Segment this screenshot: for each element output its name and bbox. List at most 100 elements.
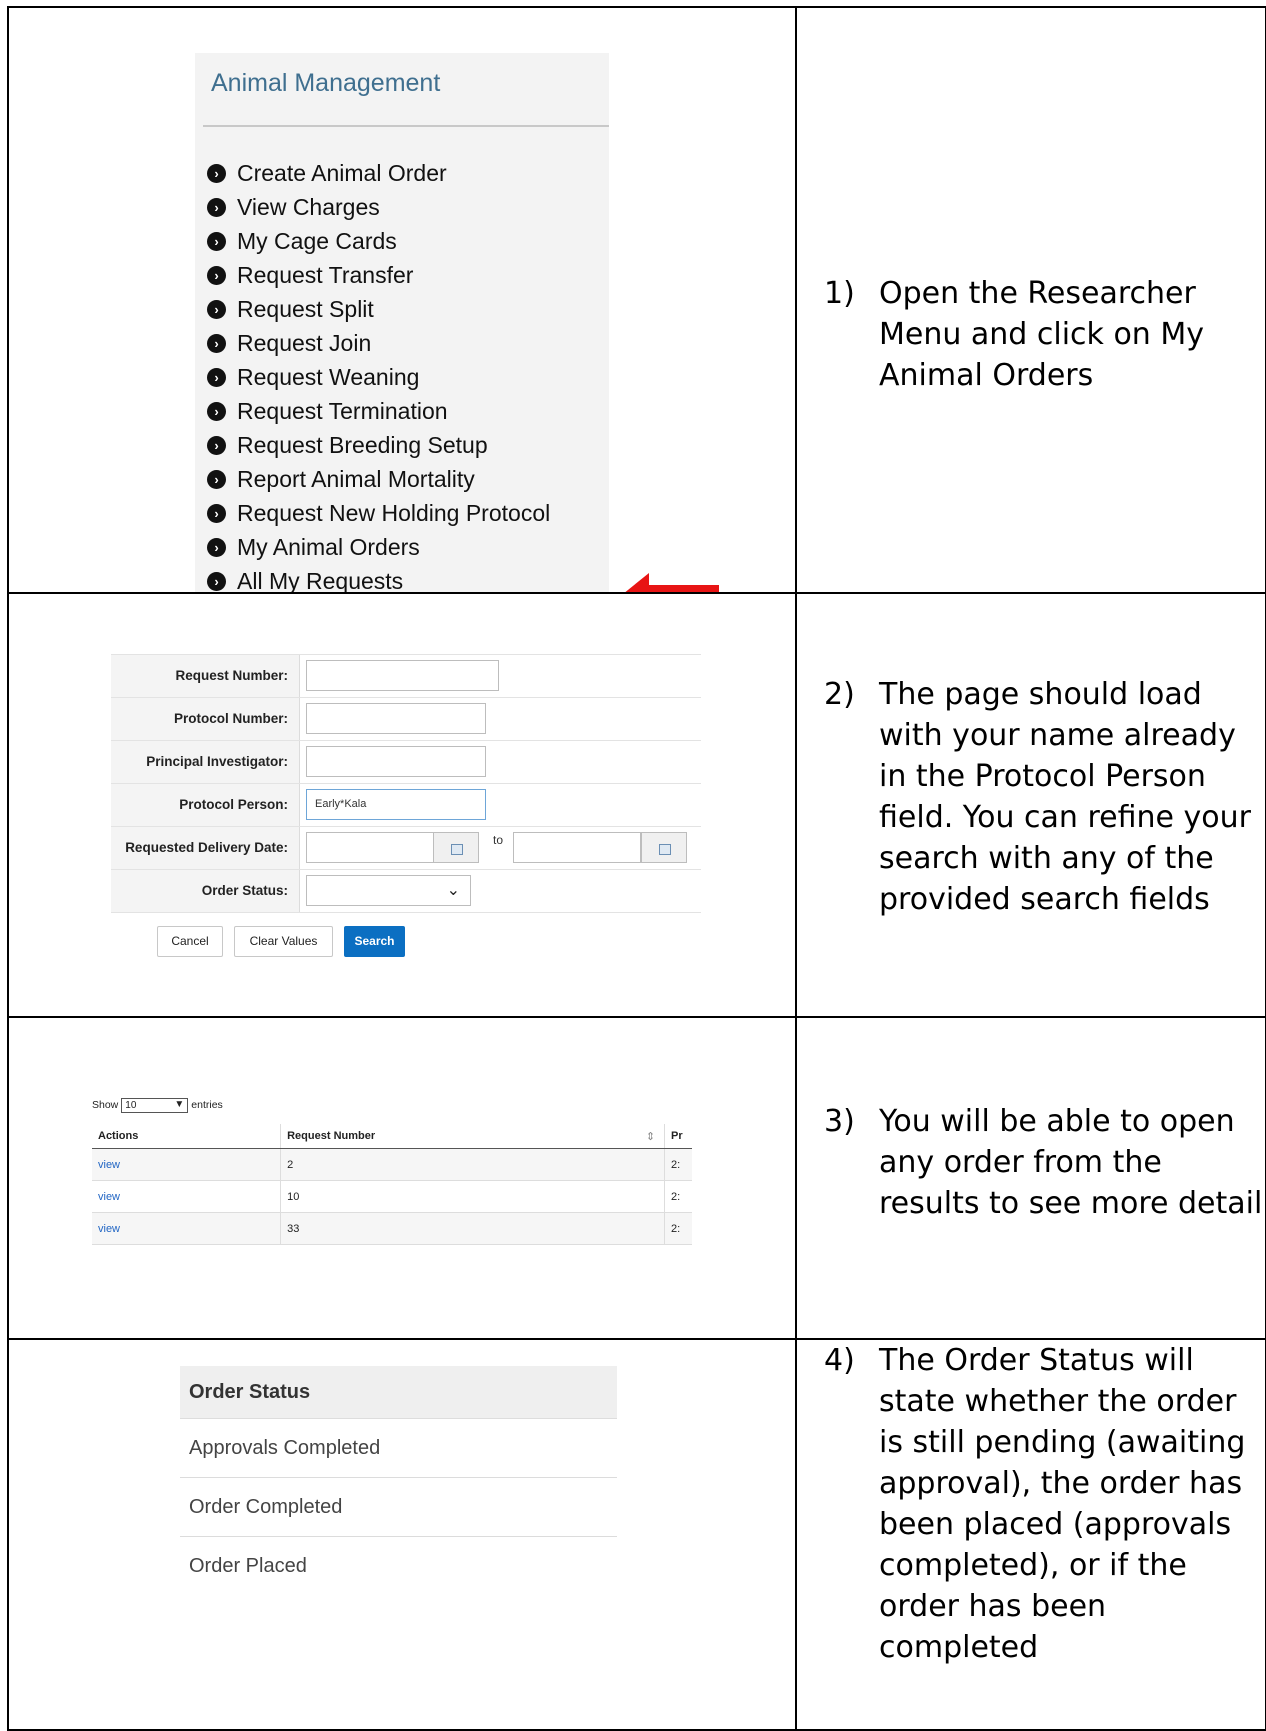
table-row: view 10 2: (92, 1180, 692, 1213)
order-status-panel: Order Status Approvals Completed Order C… (180, 1366, 617, 1595)
menu-item-label: Create Animal Order (237, 159, 447, 186)
clear-values-button[interactable]: Clear Values (234, 926, 333, 957)
page-size-select[interactable]: 10 ▼ (121, 1097, 189, 1113)
chevron-circle-right-icon: › (207, 469, 226, 489)
show-label: Show (92, 1099, 119, 1111)
menu-item[interactable]: › View Charges (207, 190, 550, 224)
delivery-date-row: Requested Delivery Date: to (111, 826, 701, 869)
principal-investigator-label: Principal Investigator: (111, 741, 300, 783)
step-2: 2) The page should load with your name a… (824, 674, 1264, 920)
delivery-date-to-input[interactable] (513, 832, 641, 863)
menu-list: › Create Animal Order › View Charges › My Cag… (207, 156, 550, 591)
step-number: 3) (824, 1104, 855, 1139)
menu-item-label: My Cage Cards (237, 227, 397, 254)
table-cell-request-number: 2 (280, 1148, 665, 1181)
principal-investigator-input[interactable] (306, 746, 486, 777)
step-number: 1) (824, 276, 855, 311)
step-4: 4) The Order Status will state whether t… (824, 1341, 1264, 1668)
order-status-select[interactable]: ⌄ (306, 875, 471, 906)
table-cell-partial: 2: (664, 1212, 692, 1245)
menu-item[interactable]: › Request New Holding Protocol (207, 496, 550, 530)
column-header-partial[interactable]: Pr (664, 1124, 692, 1149)
menu-item[interactable]: › Create Animal Order (207, 156, 550, 190)
step-number: 2) (824, 677, 855, 712)
protocol-person-label: Protocol Person: (111, 784, 300, 826)
table-cell-action: view (92, 1180, 282, 1213)
order-status-heading: Order Status (180, 1366, 617, 1419)
menu-item-label: View Charges (237, 193, 380, 220)
order-status-item: Order Completed (180, 1478, 617, 1537)
chevron-circle-right-icon: › (207, 197, 226, 217)
chevron-circle-right-icon: › (207, 401, 226, 421)
menu-item-label: Request Split (237, 295, 374, 322)
chevron-circle-right-icon: › (207, 571, 226, 591)
protocol-number-input[interactable] (306, 703, 486, 734)
menu-item[interactable]: › My Animal Orders (207, 530, 550, 564)
step-text: The page should load with your name alre… (879, 677, 1251, 917)
menu-item-label: My Animal Orders (237, 533, 420, 560)
order-status-item: Order Placed (189, 1555, 307, 1577)
step-number: 4) (824, 1343, 855, 1378)
view-link[interactable]: view (98, 1191, 120, 1203)
menu-item[interactable]: › Request Split (207, 292, 550, 326)
menu-item[interactable]: › Request Termination (207, 394, 550, 428)
sort-icon: ⇕ (645, 1130, 656, 1143)
table-header-row: Actions Request Number ⇕ Pr (92, 1124, 692, 1149)
step-1: 1) Open the Researcher Menu and click on… (824, 273, 1264, 396)
step-1-text-cell: 1) Open the Researcher Menu and click on… (795, 6, 1266, 594)
step-text: The Order Status will state whether the … (879, 1343, 1246, 1665)
column-header-label: Request Number (287, 1129, 376, 1142)
menu-item[interactable]: › Report Animal Mortality (207, 462, 550, 496)
page-size-value: 10 (125, 1099, 137, 1111)
protocol-number-label: Protocol Number: (111, 698, 300, 740)
view-link[interactable]: view (98, 1223, 120, 1235)
animal-management-menu: Animal Management › Create Animal Order › V… (195, 53, 719, 591)
column-header-actions[interactable]: Actions (92, 1124, 282, 1149)
table-cell-action: view (92, 1212, 282, 1245)
order-status-row: Order Status: ⌄ (111, 869, 701, 913)
search-button[interactable]: Search (344, 926, 405, 957)
instructions-table: Animal Management › Create Animal Order › V… (7, 6, 1266, 1731)
calendar-to-icon[interactable] (641, 832, 687, 863)
step-3-screenshot-cell: Show 10 ▼ entries Actions Request Number (7, 1016, 797, 1340)
step-3-text-cell: 3) You will be able to open any order fr… (795, 1016, 1266, 1340)
page-size-control: Show 10 ▼ entries (92, 1096, 223, 1114)
chevron-circle-right-icon: › (207, 435, 226, 455)
menu-item[interactable]: › Request Join (207, 326, 550, 360)
menu-item[interactable]: › Request Breeding Setup (207, 428, 550, 462)
step-1-screenshot-cell: Animal Management › Create Animal Order › V… (7, 6, 797, 594)
table-cell-action: view (92, 1148, 282, 1181)
view-link[interactable]: view (98, 1159, 120, 1171)
table-cell-partial: 2: (664, 1148, 692, 1181)
table-cell-partial: 2: (664, 1180, 692, 1213)
chevron-down-icon: ▼ (174, 1098, 185, 1110)
menu-title: Animal Management (211, 69, 441, 97)
cancel-button[interactable]: Cancel (157, 926, 223, 957)
menu-divider (203, 125, 609, 127)
column-header-request-number[interactable]: Request Number ⇕ (280, 1124, 665, 1149)
protocol-number-row: Protocol Number: (111, 697, 701, 740)
chevron-circle-right-icon: › (207, 537, 226, 557)
request-number-input[interactable] (306, 660, 499, 691)
chevron-circle-right-icon: › (207, 299, 226, 319)
step-4-screenshot-cell: Order Status Approvals Completed Order C… (7, 1338, 797, 1731)
step-4-text-cell: 4) The Order Status will state whether t… (795, 1338, 1266, 1731)
menu-item[interactable]: › All My Requests (207, 564, 550, 591)
menu-item-label: Request New Holding Protocol (237, 499, 551, 526)
menu-item[interactable]: › Request Weaning (207, 360, 550, 394)
protocol-person-input[interactable]: Early*Kala (306, 789, 486, 820)
results-table: Actions Request Number ⇕ Pr view 2 2: vi… (92, 1124, 692, 1245)
menu-item-label: Report Animal Mortality (237, 465, 475, 492)
menu-item[interactable]: › My Cage Cards (207, 224, 550, 258)
menu-item[interactable]: › Request Transfer (207, 258, 550, 292)
table-row: view 2 2: (92, 1148, 692, 1181)
chevron-circle-right-icon: › (207, 367, 226, 387)
table-cell-request-number: 10 (280, 1180, 665, 1213)
delivery-date-from-input[interactable] (306, 832, 434, 863)
step-2-text-cell: 2) The page should load with your name a… (795, 592, 1266, 1018)
date-range-to-label: to (493, 833, 504, 847)
step-text: You will be able to open any order from … (879, 1104, 1263, 1221)
chevron-circle-right-icon: › (207, 163, 226, 183)
calendar-from-icon[interactable] (433, 832, 479, 863)
menu-item-label: Request Breeding Setup (237, 431, 488, 458)
